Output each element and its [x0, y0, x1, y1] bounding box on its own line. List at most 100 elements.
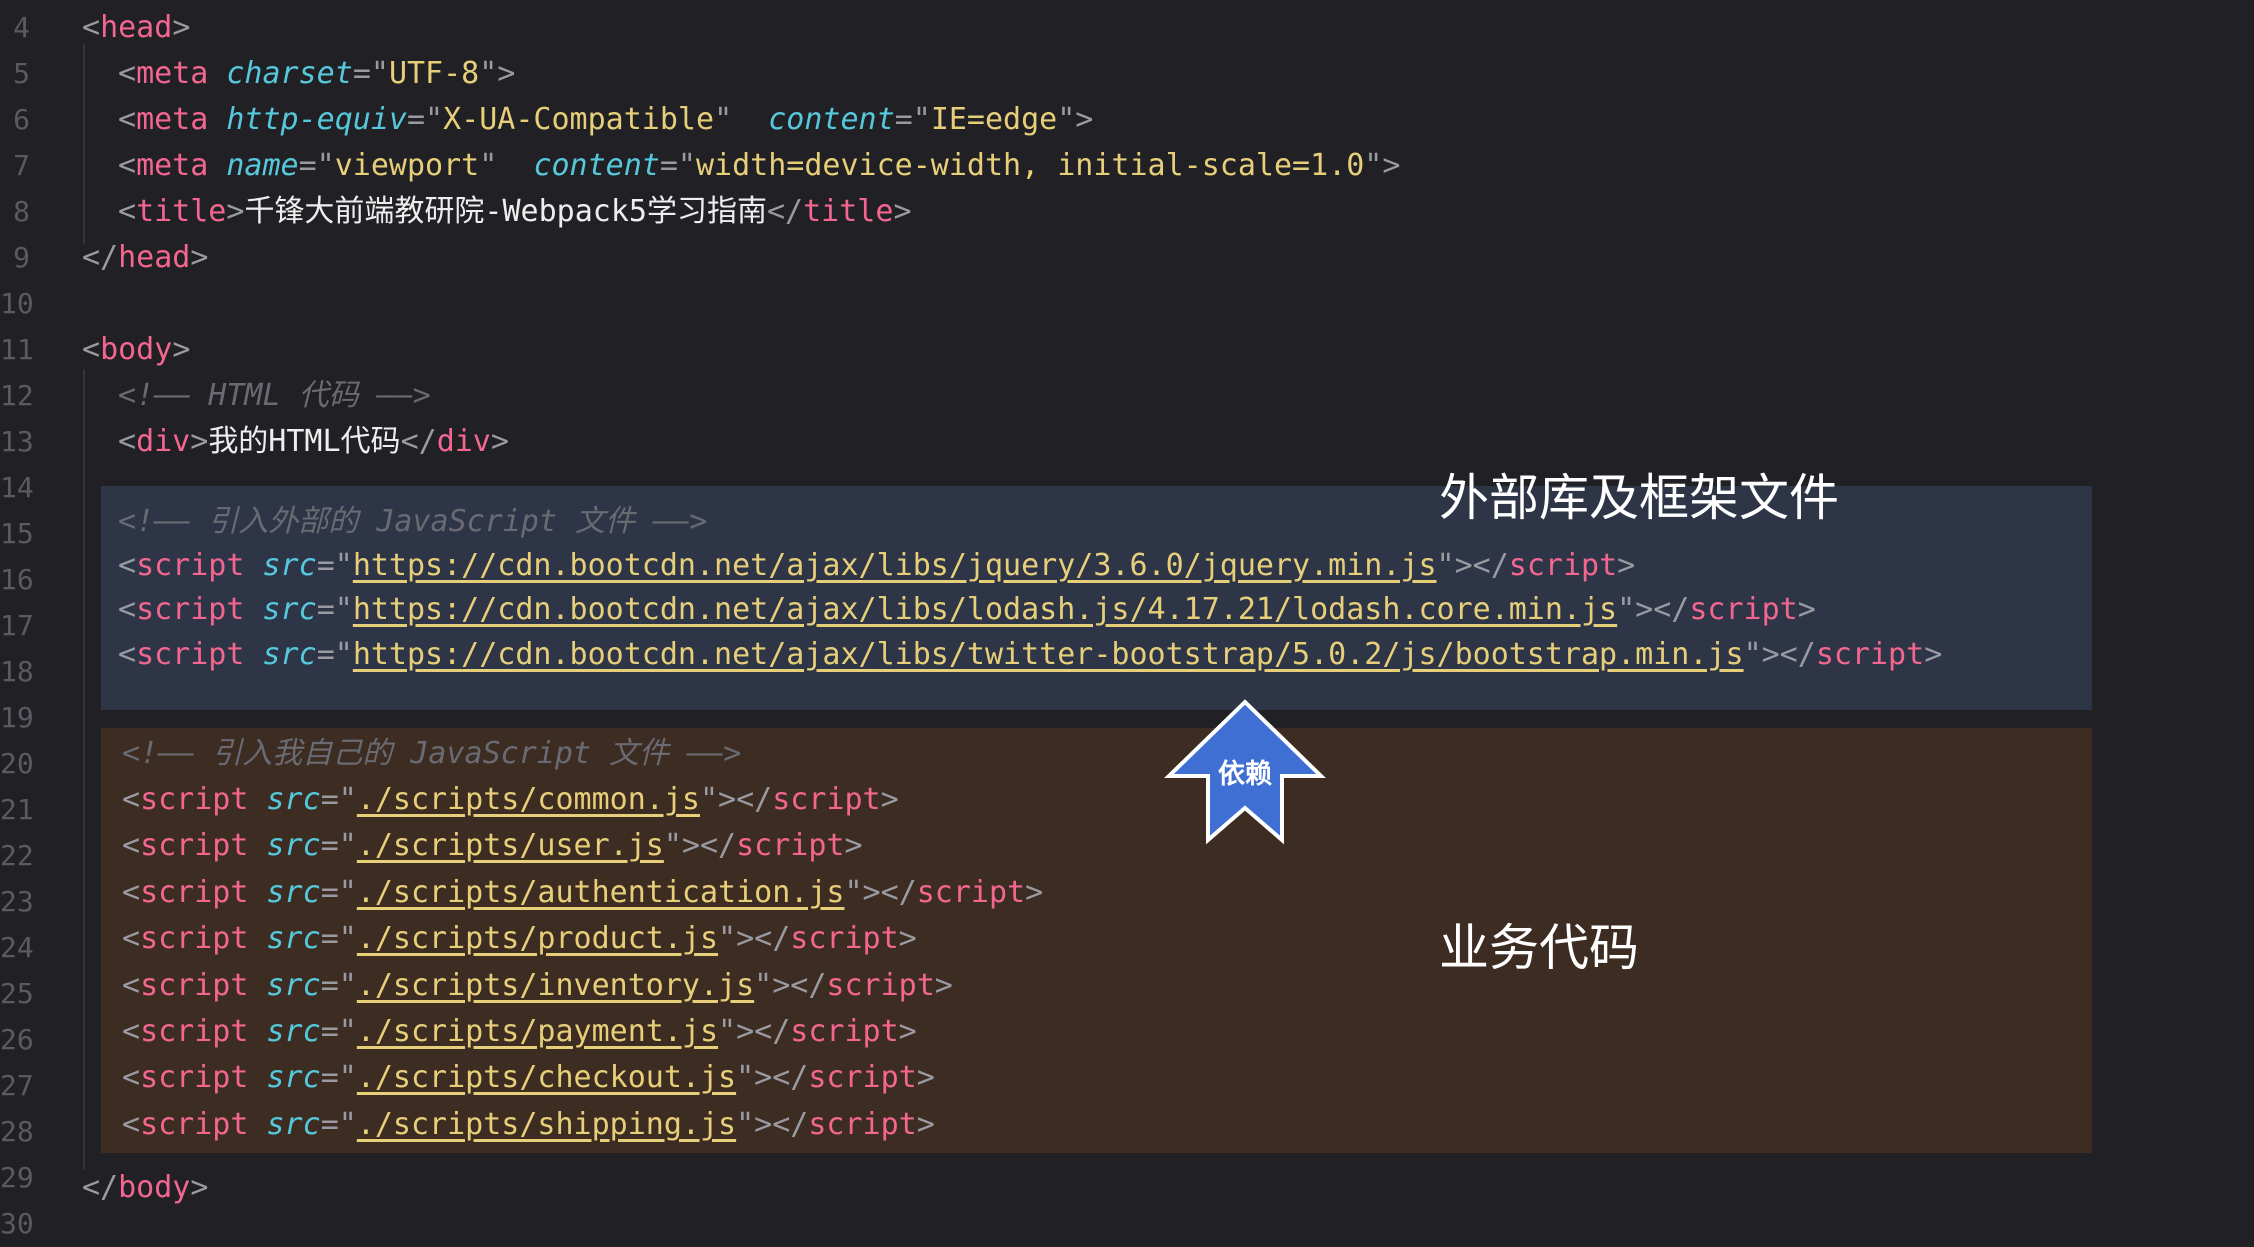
line-number: 9: [13, 241, 30, 274]
code-line: <script src="https://cdn.bootcdn.net/aja…: [118, 637, 1943, 672]
code-line: <script src="./scripts/inventory.js"></s…: [122, 968, 953, 1003]
tag-name: script: [136, 548, 245, 583]
code-line: <body>: [82, 332, 191, 367]
line-number: 8: [13, 195, 30, 228]
tag-name: body: [118, 1170, 191, 1205]
tag-name: meta: [136, 56, 209, 91]
tag-name: script: [140, 921, 249, 956]
attr-name: src: [266, 1107, 321, 1142]
attr-value: viewport: [334, 148, 480, 183]
line-number: 18: [0, 655, 34, 688]
tag-name: script: [1815, 637, 1925, 672]
business-code-label: 业务代码: [1439, 919, 1639, 977]
attr-name: content: [768, 102, 895, 137]
line-number: 16: [0, 563, 34, 596]
line-number: 10: [0, 287, 34, 320]
attr-name: src: [262, 592, 317, 627]
code-line: <script src="./scripts/payment.js"></scr…: [122, 1014, 917, 1049]
tag-name: script: [736, 828, 845, 863]
line-number: 24: [0, 931, 34, 964]
code-comment: <!—— 引入我自己的 JavaScript 文件 ——>: [122, 736, 742, 771]
attr-value: UTF-8: [388, 56, 480, 91]
script-link[interactable]: https://cdn.bootcdn.net/ajax/libs/twitte…: [353, 637, 1744, 672]
script-link[interactable]: ./scripts/inventory.js: [357, 968, 754, 1003]
line-number: 25: [0, 977, 34, 1010]
line-number: 20: [0, 747, 34, 780]
tag-name: script: [916, 875, 1026, 910]
code-line: <script src="./scripts/common.js"></scri…: [122, 782, 899, 817]
tag-name: script: [140, 828, 249, 863]
tag-name: script: [140, 968, 249, 1003]
tag-name: script: [772, 782, 881, 817]
tag-name: script: [808, 1107, 917, 1142]
attr-name: name: [226, 148, 299, 183]
line-number: 6: [13, 103, 30, 136]
code-line: <script src="./scripts/checkout.js"></sc…: [122, 1060, 935, 1095]
tag-name: body: [100, 332, 173, 367]
line-number: 7: [13, 149, 30, 182]
attr-name: src: [266, 828, 321, 863]
div-text: 我的HTML代码: [208, 424, 401, 459]
script-link[interactable]: ./scripts/payment.js: [357, 1014, 718, 1049]
script-link[interactable]: ./scripts/user.js: [357, 828, 664, 863]
tag-name: script: [790, 1014, 899, 1049]
attr-name: src: [266, 782, 321, 817]
line-number: 5: [13, 57, 30, 90]
code-line: <div>我的HTML代码</div>: [118, 424, 509, 459]
line-number: 11: [0, 333, 34, 366]
line-number: 14: [0, 471, 34, 504]
tag-name: div: [136, 424, 191, 459]
tag-name: script: [808, 1060, 917, 1095]
code-line: <meta name="viewport" content="width=dev…: [118, 148, 1401, 183]
tag-name: script: [790, 921, 899, 956]
code-line: <meta charset="UTF-8">: [118, 56, 516, 91]
attr-name: src: [262, 548, 317, 583]
tag-name: meta: [136, 102, 209, 137]
code-line: <script src="https://cdn.bootcdn.net/aja…: [118, 548, 1636, 583]
tag-name: script: [140, 1014, 249, 1049]
script-link[interactable]: ./scripts/common.js: [357, 782, 700, 817]
tag-name: script: [826, 968, 935, 1003]
line-number: 13: [0, 425, 34, 458]
line-number: 26: [0, 1023, 34, 1056]
code-line: <meta http-equiv="X-UA-Compatible" conte…: [118, 102, 1094, 137]
tag-name: script: [136, 592, 245, 627]
tag-name: head: [100, 10, 173, 45]
code-comment: <!—— 引入外部的 JavaScript 文件 ——>: [118, 504, 708, 539]
indent-guide: [83, 44, 85, 244]
tag-name: title: [136, 194, 227, 229]
script-link[interactable]: https://cdn.bootcdn.net/ajax/libs/lodash…: [353, 592, 1617, 627]
code-line: <script src="./scripts/shipping.js"></sc…: [122, 1107, 935, 1142]
code-line: <script src="./scripts/product.js"></scr…: [122, 921, 917, 956]
attr-name: http-equiv: [226, 102, 407, 137]
attr-value: width=device-width, initial-scale=1.0: [696, 148, 1365, 183]
tag-name: title: [803, 194, 894, 229]
tag-name: meta: [136, 148, 209, 183]
attr-value: X-UA-Compatible: [443, 102, 715, 137]
tag-name: script: [140, 875, 249, 910]
line-number: 12: [0, 379, 34, 412]
script-link[interactable]: ./scripts/authentication.js: [357, 875, 845, 910]
script-link[interactable]: ./scripts/product.js: [357, 921, 718, 956]
code-line: <script src="https://cdn.bootcdn.net/aja…: [118, 592, 1816, 627]
attr-name: src: [266, 875, 321, 910]
tag-name: script: [1689, 592, 1798, 627]
attr-name: src: [266, 968, 321, 1003]
line-number: 23: [0, 885, 34, 918]
attr-name: src: [266, 1014, 321, 1049]
attr-name: charset: [226, 56, 353, 91]
script-link[interactable]: https://cdn.bootcdn.net/ajax/libs/jquery…: [353, 548, 1437, 583]
tag-name: script: [136, 637, 245, 672]
tag-name: script: [140, 1107, 249, 1142]
external-libs-label: 外部库及框架文件: [1439, 469, 1839, 527]
code-line: </body>: [82, 1170, 209, 1205]
script-link[interactable]: ./scripts/checkout.js: [357, 1060, 736, 1095]
line-number: 29: [0, 1161, 34, 1194]
tag-name: script: [140, 782, 249, 817]
code-line: </head>: [82, 240, 209, 275]
attr-name: src: [266, 921, 321, 956]
attr-name: content: [533, 148, 660, 183]
line-number: 15: [0, 517, 34, 550]
code-line: <script src="./scripts/user.js"></script…: [122, 828, 863, 863]
script-link[interactable]: ./scripts/shipping.js: [357, 1107, 736, 1142]
